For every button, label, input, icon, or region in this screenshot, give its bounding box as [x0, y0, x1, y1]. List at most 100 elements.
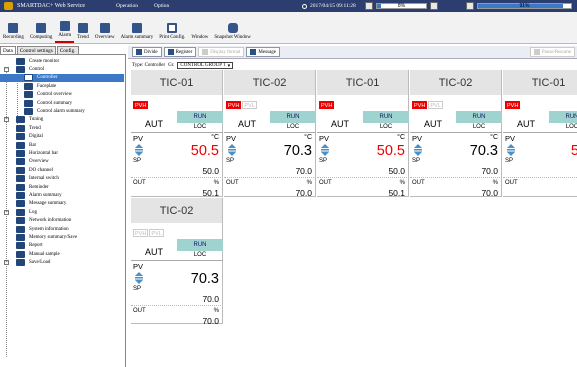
sp-label: SP	[226, 158, 235, 164]
divide-button[interactable]: Divide	[132, 47, 162, 57]
pv-value: 50.5	[190, 143, 219, 159]
tree-item-report[interactable]: Report	[0, 242, 124, 250]
sp-value[interactable]: 70.0	[202, 294, 219, 304]
tree-item-horizontal-bar[interactable]: Horizontal bar	[0, 149, 124, 157]
tree-item-create-monitor[interactable]: Create monitor	[0, 57, 124, 65]
alarm-button[interactable]: Alarm	[55, 13, 75, 43]
memory-icon	[365, 2, 373, 10]
tree-item-memory-summary-save[interactable]: Memory summary/Save	[0, 233, 124, 241]
expand-toggle-icon[interactable]: +	[4, 209, 9, 215]
tree-item-alarm-summary[interactable]: Alarm summary	[0, 191, 124, 199]
top-menubar: SMARTDAC+ Web Service Operation Option 2…	[0, 0, 577, 12]
sp-value[interactable]: 50.0	[202, 166, 219, 176]
mode-run[interactable]: RUN	[270, 111, 316, 123]
alarm-pvh: PVH	[319, 101, 335, 109]
mode-run[interactable]: RUN	[363, 111, 409, 123]
menu-option[interactable]: Option	[146, 3, 177, 9]
mode-aut[interactable]: AUT	[131, 239, 177, 259]
tree-item-controller[interactable]: Controller	[0, 73, 124, 83]
mode-aut[interactable]: AUT	[131, 111, 177, 131]
app-title-text: SMARTDAC+ Web Service	[17, 3, 86, 9]
divider	[224, 132, 316, 133]
mode-run[interactable]: RUN	[177, 239, 223, 251]
pause-resume-label: Pause/Resume	[541, 49, 571, 55]
tree-item-trend[interactable]: Trend	[0, 124, 124, 132]
tree-item-icon	[16, 183, 25, 191]
window-button[interactable]: Window	[188, 13, 211, 43]
computing-button[interactable]: Computing	[27, 13, 56, 43]
menu-operation[interactable]: Operation	[108, 3, 146, 9]
faceplate-tag: TIC-02	[131, 198, 222, 223]
print-config-button[interactable]: Print Config.	[156, 13, 188, 43]
out-unit: %	[492, 180, 498, 186]
trend-button[interactable]: Trend	[74, 13, 92, 43]
tree-item-message-summary[interactable]: Message summary	[0, 200, 124, 208]
mode-aut[interactable]: AUT	[317, 111, 363, 131]
tree-item-tuning[interactable]: + Tuning	[0, 116, 124, 124]
sp-value[interactable]: 50.0	[388, 166, 405, 176]
tree-item-save-load[interactable]: + Save/Load	[0, 258, 124, 267]
out-unit: %	[213, 308, 219, 314]
tab-config[interactable]: Config.	[56, 46, 79, 54]
record-icon	[8, 23, 19, 33]
group-select[interactable]: CONTROL GROUP 1 ▾	[177, 62, 234, 69]
faceplate-tic-02[interactable]: TIC-02 PVH PVL AUT RUN LOC PV °C 70.3 SP 70.0 OUT% 7…	[410, 70, 502, 198]
tree-item-internal-switch[interactable]: Internal switch	[0, 174, 124, 183]
tree-item-bar[interactable]: Bar	[0, 141, 124, 149]
faceplate-tic-01[interactable]: TIC-01PVHAUTRUNLOCPV°50.SP50.OUT50.	[503, 70, 577, 197]
faceplate-tic-01[interactable]: TIC-01 PVH AUT RUN LOC PV °C 50.5 SP 50.0 OUT% 50.1	[131, 70, 223, 198]
tree-item-reminder[interactable]: Reminder	[0, 183, 124, 191]
tree-item-label: Overview	[29, 159, 49, 165]
alarm-summary-button[interactable]: Alarm summary	[118, 13, 157, 43]
tree-item-icon	[16, 217, 25, 225]
tree-item-log[interactable]: + Log	[0, 208, 124, 216]
divide-icon	[136, 49, 142, 55]
tab-data[interactable]: Data	[0, 46, 16, 54]
sp-value[interactable]: 70.0	[295, 166, 312, 176]
tree-item-overview[interactable]: Overview	[0, 158, 124, 166]
faceplate-tic-01[interactable]: TIC-01 PVH AUT RUN LOC PV °C 50.5 SP 50.0 OUT% 50.1	[317, 70, 409, 198]
mode-aut[interactable]: AUT	[503, 111, 549, 131]
tree-item-system-information[interactable]: System information	[0, 225, 124, 233]
mode-aut[interactable]: AUT	[224, 111, 270, 131]
expand-toggle-icon[interactable]: −	[4, 67, 9, 73]
mode-run[interactable]: RUN	[177, 111, 223, 123]
alarm-pvh: PVH	[133, 229, 149, 237]
overview-icon	[99, 23, 110, 33]
tree-item-control-summary[interactable]: Control summary	[0, 99, 124, 107]
expand-toggle-icon[interactable]: +	[4, 260, 9, 266]
tree-item-do-channel[interactable]: DO channel	[0, 166, 124, 174]
message-button[interactable]: Message	[246, 47, 280, 57]
tree-item-icon	[16, 57, 25, 65]
tree-item-digital[interactable]: Digital	[0, 133, 124, 141]
snapshot-window-button[interactable]: Snapshot Window	[211, 13, 254, 43]
tree-item-faceplate[interactable]: Faceplate	[0, 82, 124, 90]
tree-item-manual-sample[interactable]: Manual sample	[0, 250, 124, 258]
mode-run[interactable]: RUN	[549, 111, 577, 123]
pv-unit: °C	[490, 134, 498, 141]
tree-item-control-alarm-summary[interactable]: Control alarm summary	[0, 107, 124, 116]
mode-panel: AUT RUN LOC	[131, 111, 223, 131]
recording-button[interactable]: Recording	[0, 13, 27, 43]
faceplate-tic-02[interactable]: TIC-02 PVH PVL AUT RUN LOC PV 70.3 SP 70.0 OUT% 70.…	[131, 198, 223, 326]
overview-button[interactable]: Overview	[92, 13, 118, 43]
out-unit: %	[306, 180, 312, 186]
tab-control-settings[interactable]: Control settings	[16, 46, 56, 54]
pause-resume-button[interactable]: Pause/Resume	[529, 47, 575, 57]
app-logo-icon	[4, 2, 13, 10]
faceplate-tic-02[interactable]: TIC-02 PVH PVL AUT RUN LOC PV °C 70.3 SP 70.0 OUT% 7…	[224, 70, 316, 198]
mode-run[interactable]: RUN	[456, 111, 502, 123]
tree-item-icon	[16, 158, 25, 166]
display-format-button[interactable]: Display format	[198, 47, 245, 57]
sp-value[interactable]: 70.0	[481, 166, 498, 176]
register-button[interactable]: Register	[163, 47, 197, 57]
expand-toggle-icon[interactable]: +	[4, 117, 9, 123]
tree-item-control-overview[interactable]: Control overview	[0, 91, 124, 99]
tree-item-label: Create monitor	[29, 58, 60, 64]
tree-item-network-information[interactable]: Network information	[0, 216, 124, 225]
mode-loc: LOC	[193, 124, 207, 130]
tree-item-control[interactable]: − Control	[0, 65, 124, 74]
out-value: 50.1	[388, 188, 405, 198]
mode-loc: LOC	[379, 124, 393, 130]
mode-aut[interactable]: AUT	[410, 111, 456, 131]
